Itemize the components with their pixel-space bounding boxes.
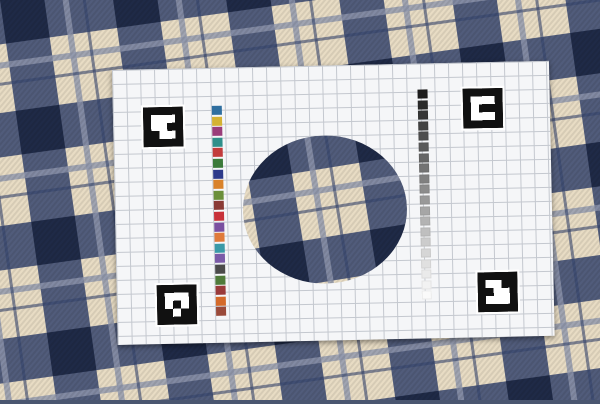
fiducial-pattern bbox=[156, 284, 198, 326]
fiducial-pattern bbox=[477, 271, 519, 313]
color-swatch bbox=[212, 126, 223, 137]
gray-swatch bbox=[419, 195, 430, 205]
color-swatch bbox=[214, 243, 225, 253]
color-swatch bbox=[214, 254, 226, 264]
fiducial-marker-top-left bbox=[140, 104, 186, 150]
gray-swatch bbox=[419, 174, 430, 184]
gray-swatch bbox=[417, 110, 429, 120]
fiducial-pattern bbox=[462, 87, 504, 129]
color-swatch bbox=[212, 137, 223, 147]
color-swatch-column bbox=[112, 61, 549, 317]
gray-swatch bbox=[420, 248, 431, 258]
color-swatch bbox=[215, 307, 227, 317]
color-swatch bbox=[215, 275, 226, 285]
color-swatch bbox=[211, 116, 223, 126]
color-swatch bbox=[213, 190, 224, 200]
circular-cutout bbox=[241, 133, 409, 286]
gray-swatch bbox=[421, 269, 432, 279]
gray-swatch bbox=[418, 142, 429, 152]
gray-swatch bbox=[421, 280, 432, 290]
gray-swatch bbox=[417, 89, 428, 99]
gray-swatch bbox=[420, 216, 431, 226]
color-swatch bbox=[212, 158, 224, 168]
gray-swatch bbox=[421, 258, 432, 269]
gray-swatch bbox=[419, 163, 430, 173]
color-swatch bbox=[214, 232, 225, 243]
fiducial-pattern bbox=[142, 106, 184, 148]
color-swatch bbox=[212, 148, 223, 158]
gray-swatch bbox=[418, 152, 429, 163]
color-swatch bbox=[213, 211, 225, 221]
fiducial-marker-top-right bbox=[460, 85, 506, 131]
gray-ramp-column bbox=[112, 61, 549, 300]
calibration-card bbox=[112, 60, 555, 345]
gray-swatch bbox=[417, 99, 428, 110]
gray-swatch bbox=[419, 205, 431, 216]
gray-swatch bbox=[418, 121, 429, 131]
fiducial-marker-bottom-left bbox=[154, 282, 200, 328]
color-swatch bbox=[215, 264, 226, 274]
color-swatch bbox=[214, 222, 225, 232]
color-swatch bbox=[215, 285, 226, 296]
gray-swatch bbox=[420, 237, 431, 247]
gray-swatch bbox=[419, 184, 430, 194]
gray-swatch bbox=[418, 131, 429, 141]
color-swatch bbox=[211, 105, 222, 115]
color-swatch bbox=[213, 179, 224, 190]
color-swatch bbox=[213, 201, 224, 211]
color-swatch bbox=[213, 169, 224, 179]
gray-swatch bbox=[420, 227, 431, 237]
fiducial-marker-bottom-right bbox=[475, 269, 521, 315]
gray-swatch bbox=[421, 290, 432, 300]
color-swatch bbox=[215, 296, 226, 306]
